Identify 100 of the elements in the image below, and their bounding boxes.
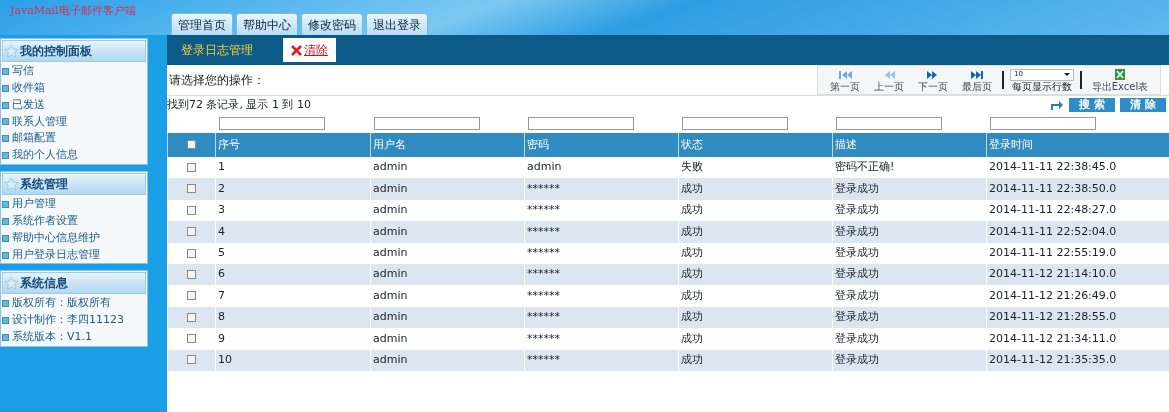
panel-title: 系统管理 xyxy=(20,176,68,194)
row-checkbox[interactable] xyxy=(187,269,196,279)
row-checkbox[interactable] xyxy=(187,227,196,237)
table-cell: 2014-11-12 21:14:10.0 xyxy=(986,263,1169,286)
bullet-icon xyxy=(2,234,9,242)
panel-title: 我的控制面板 xyxy=(20,43,92,60)
table-cell: ****** xyxy=(524,242,679,264)
table-cell: admin xyxy=(370,221,525,243)
sidebar-link[interactable]: 帮助中心信息维护 xyxy=(12,230,100,246)
record-summary: 找到72 条记录, 显示 1 到 10 xyxy=(167,96,311,113)
column-header: 状态 xyxy=(678,133,833,157)
sidebar-link[interactable]: 用户管理 xyxy=(12,197,56,212)
table-cell: ****** xyxy=(524,263,679,286)
table-cell: ****** xyxy=(524,221,679,243)
nav-tab[interactable]: 修改密码 xyxy=(301,13,363,35)
clear-link[interactable]: 清除 xyxy=(283,38,336,62)
table-cell: 成功 xyxy=(678,328,833,350)
table-cell: 登录成功 xyxy=(832,285,987,307)
table-cell: 成功 xyxy=(678,306,833,329)
bullet-icon xyxy=(2,152,9,160)
table-cell: admin xyxy=(370,328,525,350)
caret-icon xyxy=(1064,73,1070,76)
sidebar-link[interactable]: 邮箱配置 xyxy=(12,131,56,147)
row-checkbox[interactable] xyxy=(187,334,196,344)
table-cell: 登录成功 xyxy=(832,221,987,243)
table-cell: 2014-11-11 22:55:19.0 xyxy=(986,242,1169,264)
star-icon xyxy=(5,277,18,290)
table-cell: ****** xyxy=(524,285,679,307)
pager-button[interactable]: 上一页 xyxy=(870,68,908,92)
table-cell: 2 xyxy=(215,178,371,200)
row-checkbox[interactable] xyxy=(187,162,196,172)
sidebar-link[interactable]: 版权所有：版权所有 xyxy=(12,296,111,312)
table-cell: ****** xyxy=(524,306,679,329)
spreadsheet-icon xyxy=(1114,68,1126,81)
table-cell: 成功 xyxy=(678,263,833,286)
panel-title: 系统信息 xyxy=(20,275,68,293)
table-cell: 6 xyxy=(215,263,371,286)
filter-field[interactable] xyxy=(219,117,325,130)
table-cell: 4 xyxy=(215,221,371,243)
column-header: 描述 xyxy=(832,133,987,157)
last-page-icon xyxy=(969,68,985,81)
row-checkbox[interactable] xyxy=(187,205,196,215)
pager-button[interactable]: 下一页 xyxy=(914,68,952,92)
table-cell: 成功 xyxy=(678,221,833,243)
filter-field[interactable] xyxy=(682,117,788,130)
sidebar-link[interactable]: 已发送 xyxy=(12,97,45,113)
return-arrow-icon[interactable] xyxy=(1049,99,1064,111)
row-checkbox[interactable] xyxy=(187,184,196,194)
pager-button[interactable]: 第一页 xyxy=(826,68,864,92)
table-cell: 8 xyxy=(215,306,371,329)
sidebar-link[interactable]: 写信 xyxy=(12,64,34,79)
bullet-icon xyxy=(2,217,9,225)
bullet-icon xyxy=(2,251,9,259)
table-cell: admin xyxy=(370,263,525,286)
column-header: 序号 xyxy=(215,133,371,157)
row-checkbox[interactable] xyxy=(187,248,196,258)
bullet-icon xyxy=(2,317,9,325)
table-cell: 2014-11-12 21:26:49.0 xyxy=(986,285,1169,307)
table-cell: 成功 xyxy=(678,178,833,200)
reset-button[interactable]: 清 除 xyxy=(1120,98,1167,112)
nav-tab[interactable]: 帮助中心 xyxy=(236,13,298,35)
table-cell: admin xyxy=(370,285,525,307)
sidebar-link[interactable]: 收件箱 xyxy=(12,80,45,96)
table-cell: 登录成功 xyxy=(832,242,987,264)
table-cell: 成功 xyxy=(678,349,833,371)
table-cell: admin xyxy=(370,306,525,329)
row-checkbox[interactable] xyxy=(187,355,196,365)
table-cell: 7 xyxy=(215,285,371,307)
bullet-icon xyxy=(2,101,9,109)
nav-tab[interactable]: 管理首页 xyxy=(171,13,233,35)
table-cell: admin xyxy=(370,349,525,371)
pager-button[interactable]: 最后页 xyxy=(958,68,996,92)
select-all-checkbox[interactable] xyxy=(187,140,196,150)
search-button[interactable]: 搜 索 xyxy=(1069,98,1115,112)
export-button[interactable]: 导出Excel表 xyxy=(1088,68,1152,92)
bullet-icon xyxy=(2,84,9,92)
table-cell: 2014-11-12 21:35:35.0 xyxy=(986,349,1169,371)
star-icon xyxy=(5,45,18,57)
sidebar-link[interactable]: 系统作者设置 xyxy=(12,213,78,229)
first-page-icon xyxy=(837,68,853,81)
table-cell: 登录成功 xyxy=(832,263,987,286)
nav-tab[interactable]: 退出登录 xyxy=(366,13,428,35)
sidebar-link[interactable]: 系统版本：V1.1 xyxy=(12,330,93,345)
sidebar-link[interactable]: 我的个人信息 xyxy=(12,148,78,164)
filter-field[interactable] xyxy=(528,117,634,130)
filter-field[interactable] xyxy=(990,117,1096,130)
row-checkbox[interactable] xyxy=(187,312,196,322)
bullet-icon xyxy=(2,201,9,208)
page-title: 登录日志管理 xyxy=(181,42,253,59)
table-cell: ****** xyxy=(524,349,679,371)
bullet-icon xyxy=(2,334,9,342)
filter-field[interactable] xyxy=(374,117,480,130)
filter-field[interactable] xyxy=(836,117,942,130)
table-cell: 成功 xyxy=(678,242,833,264)
sidebar-link[interactable]: 联系人管理 xyxy=(12,114,67,130)
sidebar-link[interactable]: 用户登录日志管理 xyxy=(12,247,100,263)
sidebar-link[interactable]: 设计制作：李四11123 xyxy=(12,313,124,329)
table-cell: 登录成功 xyxy=(832,349,987,371)
prompt-text: 请选择您的操作： xyxy=(168,72,265,89)
row-checkbox[interactable] xyxy=(187,291,196,301)
